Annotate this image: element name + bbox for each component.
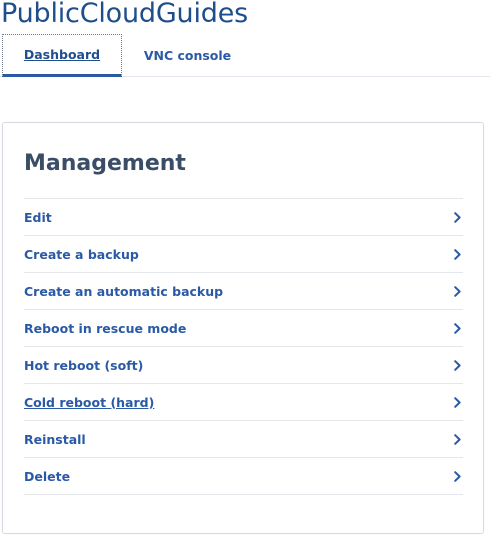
management-menu: Edit Create a backup Create an automatic… — [24, 198, 463, 495]
chevron-right-icon — [453, 433, 461, 445]
chevron-right-icon — [453, 248, 461, 260]
menu-item-label: Edit — [24, 209, 52, 225]
tab-vnc-console[interactable]: VNC console — [130, 34, 245, 77]
management-card: Management Edit Create a backup Create a… — [2, 122, 484, 534]
chevron-right-icon — [453, 396, 461, 408]
menu-item-label: Reboot in rescue mode — [24, 320, 187, 336]
tab-dashboard[interactable]: Dashboard — [2, 34, 122, 77]
tab-vnc-console-label: VNC console — [143, 48, 232, 63]
menu-item-label: Create a backup — [24, 246, 139, 262]
menu-item-label: Create an automatic backup — [24, 283, 224, 299]
menu-item-cold-reboot[interactable]: Cold reboot (hard) — [24, 384, 463, 421]
app-title: PublicCloudGuides — [1, 0, 248, 29]
menu-item-reinstall[interactable]: Reinstall — [24, 421, 463, 458]
menu-item-edit[interactable]: Edit — [24, 199, 463, 236]
tab-dashboard-label: Dashboard — [23, 47, 101, 62]
menu-item-label: Hot reboot (soft) — [24, 357, 144, 373]
menu-item-reboot-rescue[interactable]: Reboot in rescue mode — [24, 310, 463, 347]
tab-bar: Dashboard VNC console — [0, 34, 490, 77]
menu-item-label: Delete — [24, 468, 71, 484]
menu-item-create-automatic-backup[interactable]: Create an automatic backup — [24, 273, 463, 310]
chevron-right-icon — [453, 470, 461, 482]
chevron-right-icon — [453, 211, 461, 223]
menu-item-hot-reboot[interactable]: Hot reboot (soft) — [24, 347, 463, 384]
chevron-right-icon — [453, 359, 461, 371]
menu-item-delete[interactable]: Delete — [24, 458, 463, 495]
menu-item-label: Reinstall — [24, 431, 86, 447]
menu-item-create-backup[interactable]: Create a backup — [24, 236, 463, 273]
chevron-right-icon — [453, 322, 461, 334]
management-title: Management — [24, 151, 186, 176]
menu-item-label: Cold reboot (hard) — [24, 394, 155, 410]
chevron-right-icon — [453, 285, 461, 297]
